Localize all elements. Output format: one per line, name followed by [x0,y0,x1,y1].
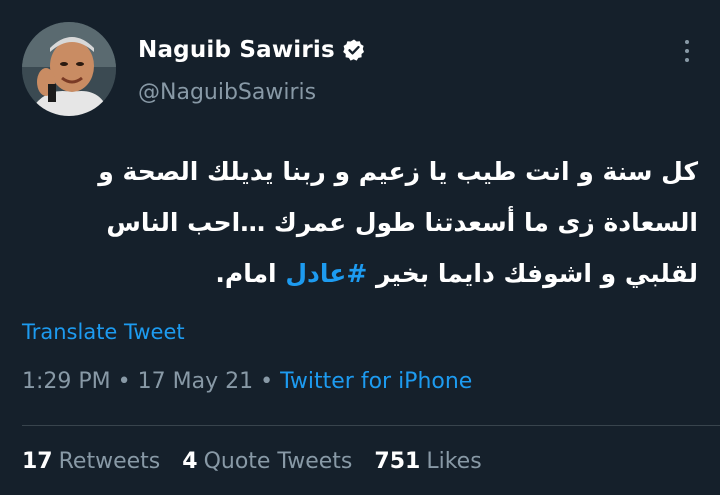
likes-count: 751 [374,449,421,474]
quote-tweets-stat[interactable]: 4 Quote Tweets [182,449,352,474]
retweets-label: Retweets [58,449,161,474]
verified-badge-icon [342,38,366,62]
tweet-text-line: كل سنة و انت طيب يا زعيم و ربنا يديلك ال… [98,157,698,186]
quote-tweets-label: Quote Tweets [203,449,353,474]
quote-tweets-count: 4 [182,449,198,474]
tweet-time[interactable]: 1:29 PM [22,369,111,394]
tweet-text-segment: لقلبي و اشوفك دايما بخير [367,259,698,288]
author-name-row[interactable]: Naguib Sawiris [138,34,366,66]
tweet-text-line: لقلبي و اشوفك دايما بخير #عادل امام. [18,248,698,299]
divider [22,425,720,426]
likes-stat[interactable]: 751 Likes [374,449,481,474]
display-name[interactable]: Naguib Sawiris [138,37,335,63]
tweet-stats: 17 Retweets 4 Quote Tweets 751 Likes [22,449,504,474]
tweet-source-link[interactable]: Twitter for iPhone [280,369,472,394]
avatar[interactable] [22,22,116,116]
translate-tweet-link[interactable]: Translate Tweet [22,320,185,344]
tweet-text-line: السعادة زى ما أسعدتنا طول عمرك …احب النا… [106,208,698,237]
tweet-metadata: 1:29 PM • 17 May 21 • Twitter for iPhone [22,369,472,394]
retweets-count: 17 [22,449,53,474]
avatar-photo [22,22,116,116]
hashtag-link[interactable]: #عادل [285,259,367,288]
retweets-stat[interactable]: 17 Retweets [22,449,160,474]
tweet-text-segment: امام. [215,259,286,288]
tweet-text: كل سنة و انت طيب يا زعيم و ربنا يديلك ال… [18,146,698,299]
meta-separator: • [117,369,131,394]
user-handle[interactable]: @NaguibSawiris [138,80,316,105]
tweet-card: Naguib Sawiris @NaguibSawiris كل سنة و ا… [0,0,720,495]
meta-separator: • [260,369,274,394]
tweet-date[interactable]: 17 May 21 [138,369,253,394]
more-vertical-icon[interactable] [682,40,692,66]
likes-label: Likes [426,449,482,474]
